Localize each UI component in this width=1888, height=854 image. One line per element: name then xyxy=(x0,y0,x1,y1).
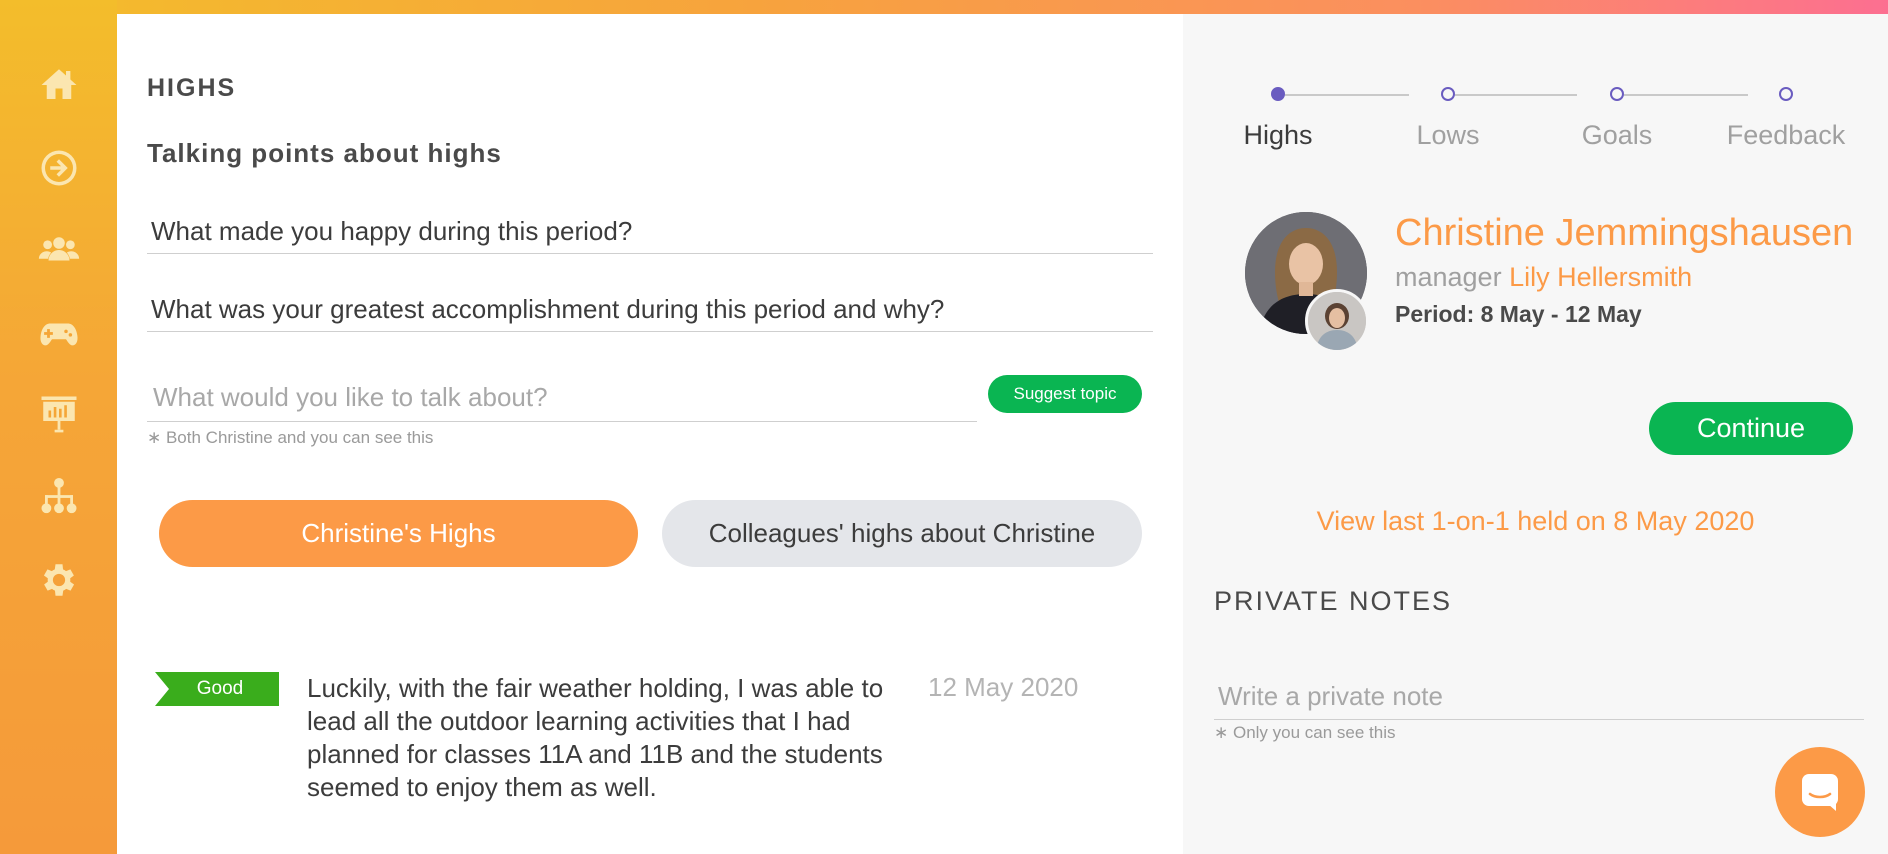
top-gradient-bar xyxy=(0,0,1888,14)
manager-name-link[interactable]: Lily Hellersmith xyxy=(1509,262,1692,292)
sidebar-item-games[interactable] xyxy=(0,304,117,364)
arrow-circle-right-icon xyxy=(41,150,76,186)
employee-name[interactable]: Christine Jemmingshausen xyxy=(1395,212,1853,255)
private-notes-title: PRIVATE NOTES xyxy=(1214,586,1453,616)
sidebar-item-people[interactable] xyxy=(0,220,117,280)
step-highs[interactable]: Highs xyxy=(1198,120,1358,151)
step-connector xyxy=(1455,94,1577,96)
sidebar-item-checkin[interactable] xyxy=(0,138,117,198)
presentation-board-icon xyxy=(41,396,76,433)
sidebar-item-home[interactable] xyxy=(0,55,117,115)
sidebar xyxy=(0,0,117,854)
period-label: Period: 8 May - 12 May xyxy=(1395,301,1642,327)
talking-point-question[interactable]: What made you happy during this period? xyxy=(147,206,1153,254)
users-group-icon xyxy=(38,237,79,261)
chat-launcher-button[interactable] xyxy=(1775,747,1865,837)
step-feedback[interactable]: Feedback xyxy=(1706,120,1866,151)
tab-colleagues-highs[interactable]: Colleagues' highs about Christine xyxy=(662,500,1142,567)
high-entry-date: 12 May 2020 xyxy=(928,672,1079,702)
view-last-one-on-one-link[interactable]: View last 1-on-1 held on 8 May 2020 xyxy=(1183,506,1888,537)
right-panel: Highs Lows Goals Feedback Christine Jemm… xyxy=(1183,14,1888,854)
visibility-hint: ∗ Both Christine and you can see this xyxy=(147,428,434,447)
suggest-topic-button[interactable]: Suggest topic xyxy=(988,375,1142,413)
chat-bubble-icon xyxy=(1802,774,1838,811)
main-content: HIGHS Talking points about highs What ma… xyxy=(117,14,1183,854)
step-lows[interactable]: Lows xyxy=(1368,120,1528,151)
step-dot-lows[interactable] xyxy=(1441,87,1455,101)
gamepad-icon xyxy=(39,323,78,346)
home-icon xyxy=(41,69,76,99)
step-dot-feedback[interactable] xyxy=(1779,87,1793,101)
step-goals[interactable]: Goals xyxy=(1537,120,1697,151)
org-chart-icon xyxy=(41,477,76,514)
section-subtitle: Talking points about highs xyxy=(147,138,502,168)
private-note-hint: ∗ Only you can see this xyxy=(1214,723,1396,742)
sidebar-item-presentations[interactable] xyxy=(0,384,117,444)
topic-input[interactable] xyxy=(147,374,977,422)
page-title: HIGHS xyxy=(147,74,237,102)
sidebar-item-organization[interactable] xyxy=(0,466,117,526)
manager-avatar xyxy=(1305,289,1369,353)
rating-badge: Good xyxy=(155,672,279,706)
high-entry-text: Luckily, with the fair weather holding, … xyxy=(307,673,884,802)
sidebar-item-settings[interactable] xyxy=(0,550,117,610)
continue-button[interactable]: Continue xyxy=(1649,402,1853,455)
step-connector xyxy=(1285,94,1409,96)
step-connector xyxy=(1624,94,1748,96)
tab-own-highs[interactable]: Christine's Highs xyxy=(159,500,638,567)
talking-point-question[interactable]: What was your greatest accomplishment du… xyxy=(147,284,1153,332)
private-note-input[interactable] xyxy=(1214,674,1864,720)
step-dot-goals[interactable] xyxy=(1610,87,1624,101)
manager-line: manager Lily Hellersmith xyxy=(1395,262,1692,293)
gear-icon xyxy=(43,564,74,596)
step-dot-highs[interactable] xyxy=(1271,87,1285,101)
manager-label: manager xyxy=(1395,262,1502,292)
